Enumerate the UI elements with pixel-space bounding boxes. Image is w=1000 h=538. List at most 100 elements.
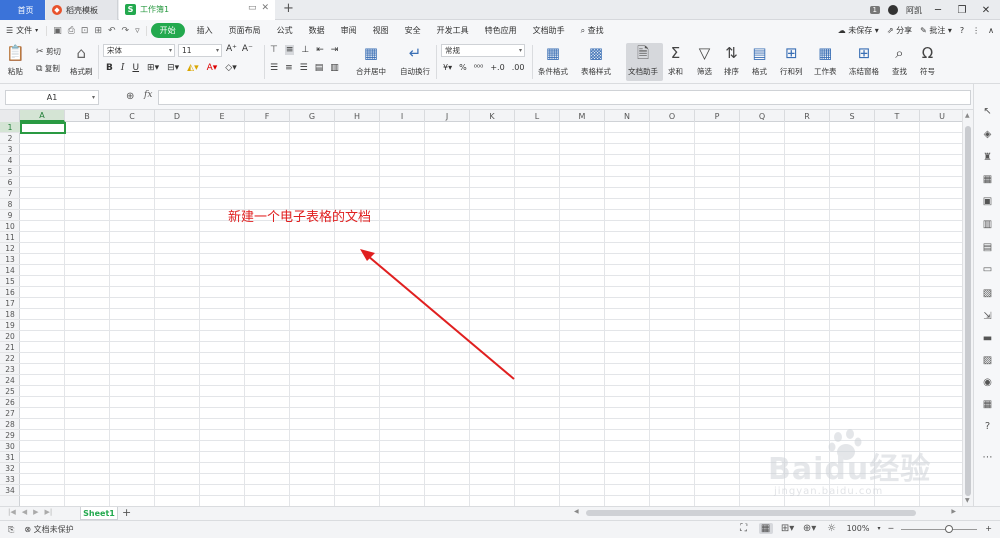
- export-pdf-icon[interactable]: ⊞: [94, 26, 102, 36]
- add-sheet-button[interactable]: +: [122, 506, 131, 519]
- print-icon[interactable]: ⎙: [68, 26, 75, 36]
- tab-view[interactable]: 视图: [365, 25, 397, 36]
- tab-workbook[interactable]: S 工作簿1 ▭ ✕: [119, 0, 275, 20]
- menu-search[interactable]: ⌕ 查找: [573, 25, 612, 36]
- normal-view-icon[interactable]: ▦: [758, 523, 773, 534]
- fill-color-icon[interactable]: ⊟▾: [167, 63, 179, 73]
- page-count-badge[interactable]: 1: [869, 6, 880, 14]
- align-top-icon[interactable]: ⊤: [270, 45, 278, 55]
- zoom-knob[interactable]: [945, 524, 953, 533]
- formula-input[interactable]: [158, 90, 971, 105]
- zoom-level[interactable]: 100%: [847, 524, 870, 533]
- macro-icon[interactable]: ⎘: [8, 525, 14, 535]
- zoom-slider[interactable]: [901, 524, 978, 534]
- more-icon[interactable]: ⋮: [972, 26, 980, 35]
- layout-icon[interactable]: ▤: [980, 240, 995, 254]
- indent-increase-icon[interactable]: ⇥: [331, 45, 339, 55]
- underline-icon[interactable]: U: [132, 63, 139, 73]
- find-button[interactable]: ⌕ 查找: [892, 44, 907, 77]
- format-painter-button[interactable]: ⌂ 格式刷: [70, 44, 93, 77]
- sort-button[interactable]: ⇅ 排序: [724, 44, 739, 77]
- print-preview-icon[interactable]: ⊡: [81, 26, 89, 36]
- tab-formula[interactable]: 公式: [269, 25, 301, 36]
- shapes-icon[interactable]: ◈: [980, 127, 995, 141]
- chart-icon[interactable]: ▥: [980, 217, 995, 231]
- tab-security[interactable]: 安全: [397, 25, 429, 36]
- float-window-icon[interactable]: ▭: [248, 3, 257, 13]
- font-size-select[interactable]: 11 ▾: [178, 44, 222, 57]
- customize-icon[interactable]: ▿: [135, 26, 140, 36]
- protect-status[interactable]: ⊗ 文档未保护: [24, 524, 73, 535]
- paste-button[interactable]: 📋 粘贴: [6, 44, 25, 77]
- wrap-text-button[interactable]: ↵ 自动换行: [400, 44, 430, 77]
- redo-icon[interactable]: ↷: [122, 26, 130, 36]
- first-sheet-icon[interactable]: |◀: [8, 508, 16, 516]
- doc-convert-icon[interactable]: ▧: [980, 286, 995, 300]
- app-grid-icon[interactable]: ▣: [980, 194, 995, 208]
- worksheet-button[interactable]: ▦ 工作表: [814, 44, 837, 77]
- fx-icon[interactable]: fx: [144, 90, 152, 100]
- italic-icon[interactable]: I: [121, 63, 125, 73]
- image-icon[interactable]: ▨: [980, 353, 995, 367]
- user-name[interactable]: 阿凯: [906, 5, 922, 16]
- align-left-icon[interactable]: ☰: [270, 63, 278, 73]
- distributed-icon[interactable]: ▥: [330, 63, 339, 73]
- align-middle-icon[interactable]: ≡: [284, 45, 295, 55]
- row-col-button[interactable]: ⊞ 行和列: [780, 44, 803, 77]
- percent-icon[interactable]: %: [459, 63, 467, 72]
- freeze-button[interactable]: ⊞ 冻结窗格: [849, 44, 879, 77]
- align-bottom-icon[interactable]: ⊥: [301, 45, 309, 55]
- tab-template[interactable]: ◆ 稻壳模板: [46, 0, 118, 20]
- scroll-left-icon[interactable]: ◀: [574, 508, 579, 515]
- horizontal-scroll-thumb[interactable]: [586, 510, 916, 516]
- picture-icon[interactable]: ▭: [980, 262, 995, 276]
- close-window-icon[interactable]: ✕: [978, 5, 994, 16]
- copy-button[interactable]: ⧉ 复制: [36, 63, 60, 74]
- symbol-button[interactable]: Ω 符号: [920, 44, 935, 77]
- unsaved-status[interactable]: ☁ 未保存 ▾: [838, 25, 879, 36]
- tab-doc-helper[interactable]: 文档助手: [525, 25, 573, 36]
- new-tab-button[interactable]: +: [283, 1, 294, 16]
- justify-icon[interactable]: ▤: [315, 63, 324, 73]
- indent-decrease-icon[interactable]: ⇤: [316, 45, 324, 55]
- stamp-icon[interactable]: ♜: [980, 150, 995, 164]
- increase-decimal-icon[interactable]: +.0: [490, 63, 504, 72]
- filter-button[interactable]: ▽ 筛选: [697, 44, 712, 77]
- clear-icon[interactable]: ◇▾: [225, 63, 236, 73]
- increase-font-icon[interactable]: A⁺: [226, 44, 237, 54]
- last-sheet-icon[interactable]: ▶|: [45, 508, 53, 516]
- help-circle-icon[interactable]: ?: [980, 419, 995, 433]
- undo-icon[interactable]: ↶: [108, 26, 116, 36]
- conditional-format-button[interactable]: ▦ 条件格式: [538, 44, 568, 77]
- font-color-icon[interactable]: A▾: [207, 63, 218, 73]
- scroll-up-icon[interactable]: ▲: [965, 112, 970, 119]
- eye-protection-icon[interactable]: ☼: [825, 523, 839, 534]
- zoom-formula-icon[interactable]: ⊕: [126, 91, 134, 102]
- tab-special[interactable]: 特色应用: [477, 25, 525, 36]
- border-icon[interactable]: ⊞▾: [147, 63, 159, 73]
- archive-icon[interactable]: ▬: [980, 331, 995, 345]
- help-icon[interactable]: ?: [960, 26, 964, 35]
- prev-sheet-icon[interactable]: ◀: [22, 508, 27, 516]
- cut-button[interactable]: ✂ 剪切: [36, 46, 61, 57]
- tab-data[interactable]: 数据: [301, 25, 333, 36]
- tab-home[interactable]: 首页: [0, 0, 45, 20]
- reading-mode-icon[interactable]: ⊕▾: [803, 523, 817, 534]
- table-style-button[interactable]: ▩ 表格样式: [581, 44, 611, 77]
- zoom-in-icon[interactable]: +: [985, 524, 992, 533]
- thousands-icon[interactable]: ⁰⁰⁰: [474, 63, 484, 72]
- export-icon[interactable]: ⇲: [980, 309, 995, 323]
- font-name-select[interactable]: 宋体 ▾: [103, 44, 175, 57]
- format-button[interactable]: ▤ 格式: [752, 44, 767, 77]
- avatar[interactable]: [888, 5, 898, 15]
- next-sheet-icon[interactable]: ▶: [33, 508, 38, 516]
- tab-developer[interactable]: 开发工具: [429, 25, 477, 36]
- align-right-icon[interactable]: ☰: [300, 63, 308, 73]
- currency-icon[interactable]: ¥▾: [443, 63, 452, 72]
- tab-review[interactable]: 审阅: [333, 25, 365, 36]
- collapse-ribbon-icon[interactable]: ∧: [988, 26, 994, 35]
- sum-button[interactable]: Σ 求和: [668, 44, 683, 77]
- horizontal-scrollbar[interactable]: ◀ ▶: [570, 508, 960, 518]
- bold-icon[interactable]: B: [106, 63, 113, 73]
- close-tab-icon[interactable]: ✕: [261, 3, 269, 13]
